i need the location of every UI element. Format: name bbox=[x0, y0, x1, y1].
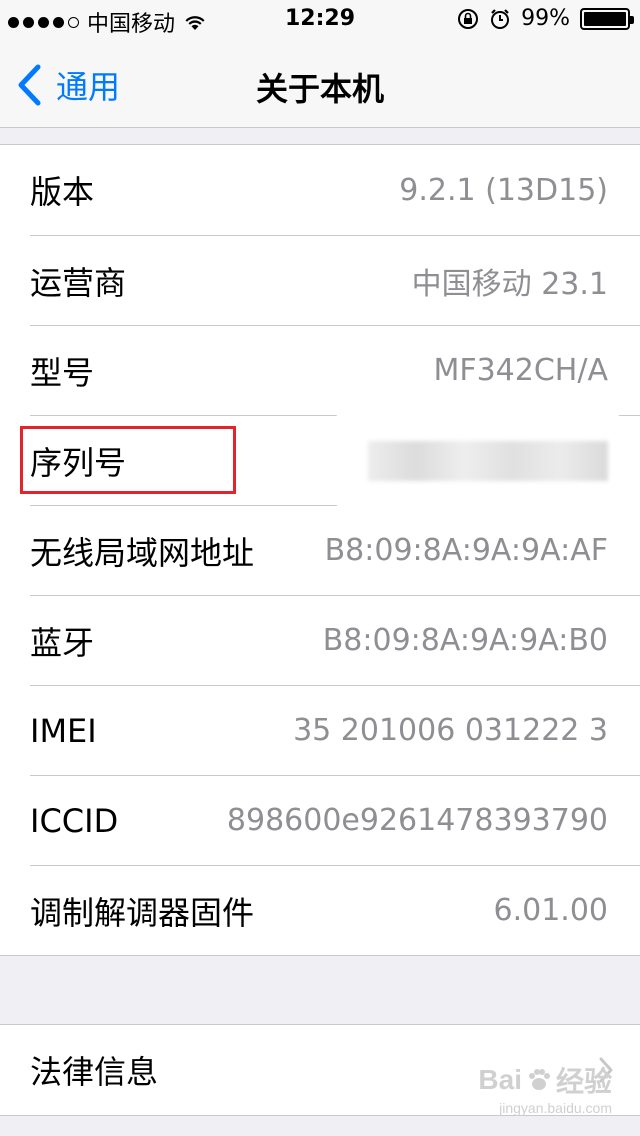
status-right: 99% bbox=[457, 6, 634, 31]
watermark-url: jingyan.baidu.com bbox=[499, 1100, 612, 1116]
row-value: 9.2.1 (13D15) bbox=[399, 172, 608, 208]
alarm-icon bbox=[491, 8, 510, 29]
row-bluetooth: 蓝牙 B8:09:8A:9A:9A:B0 bbox=[30, 595, 640, 685]
row-value: 6.01.00 bbox=[493, 893, 608, 928]
row-label: 运营商 bbox=[30, 263, 127, 302]
redaction-blur bbox=[368, 440, 608, 481]
row-value: MF342CH/A bbox=[433, 353, 608, 388]
row-imei: IMEI 35 201006 031222 3 bbox=[30, 685, 640, 775]
row-value: B8:09:8A:9A:9A:B0 bbox=[322, 623, 608, 658]
status-bar: 中国移动 12:29 99% bbox=[0, 0, 640, 40]
row-wifi-address: 无线局域网地址 B8:09:8A:9A:9A:AF bbox=[30, 505, 640, 595]
row-value: B8:09:8A:9A:9A:AF bbox=[324, 533, 608, 568]
watermark-logo: Bai 经验 bbox=[478, 1060, 612, 1100]
orientation-lock-icon bbox=[458, 8, 479, 29]
row-label: 型号 bbox=[30, 353, 95, 392]
watermark-brand: Bai bbox=[478, 1064, 522, 1095]
battery-icon bbox=[580, 7, 634, 30]
highlight-box bbox=[20, 426, 236, 494]
battery-fill bbox=[584, 11, 626, 26]
row-label: 调制解调器固件 bbox=[30, 893, 255, 932]
watermark: Bai 经验 jingyan.baidu.com bbox=[478, 1060, 612, 1116]
row-value: 35 201006 031222 3 bbox=[293, 713, 608, 748]
navigation-bar: 通用 关于本机 bbox=[0, 40, 640, 128]
row-label: 版本 bbox=[30, 173, 95, 211]
about-info-list: 版本 9.2.1 (13D15) 运营商 中国移动 23.1 型号 MF342C… bbox=[0, 144, 640, 956]
paw-icon bbox=[528, 1069, 550, 1090]
row-label: 法律信息 bbox=[30, 1053, 159, 1091]
row-label: IMEI bbox=[30, 711, 97, 750]
row-iccid: ICCID 898600e9261478393790 bbox=[30, 775, 640, 865]
row-label: ICCID bbox=[30, 801, 119, 840]
page-title: 关于本机 bbox=[255, 70, 384, 108]
battery-percent: 99% bbox=[521, 6, 570, 31]
row-label: 无线局域网地址 bbox=[30, 533, 255, 572]
row-value: 898600e9261478393790 bbox=[226, 803, 608, 838]
row-modem-firmware: 调制解调器固件 6.01.00 bbox=[30, 865, 640, 955]
serial-value-redacted bbox=[368, 440, 608, 481]
watermark-suffix: 经验 bbox=[555, 1066, 612, 1097]
row-version: 版本 9.2.1 (13D15) bbox=[30, 145, 640, 235]
row-label: 蓝牙 bbox=[30, 623, 95, 662]
row-value: 中国移动 23.1 bbox=[411, 266, 608, 302]
row-model: 型号 MF342CH/A bbox=[30, 325, 640, 415]
row-carrier: 运营商 中国移动 23.1 bbox=[30, 235, 640, 325]
